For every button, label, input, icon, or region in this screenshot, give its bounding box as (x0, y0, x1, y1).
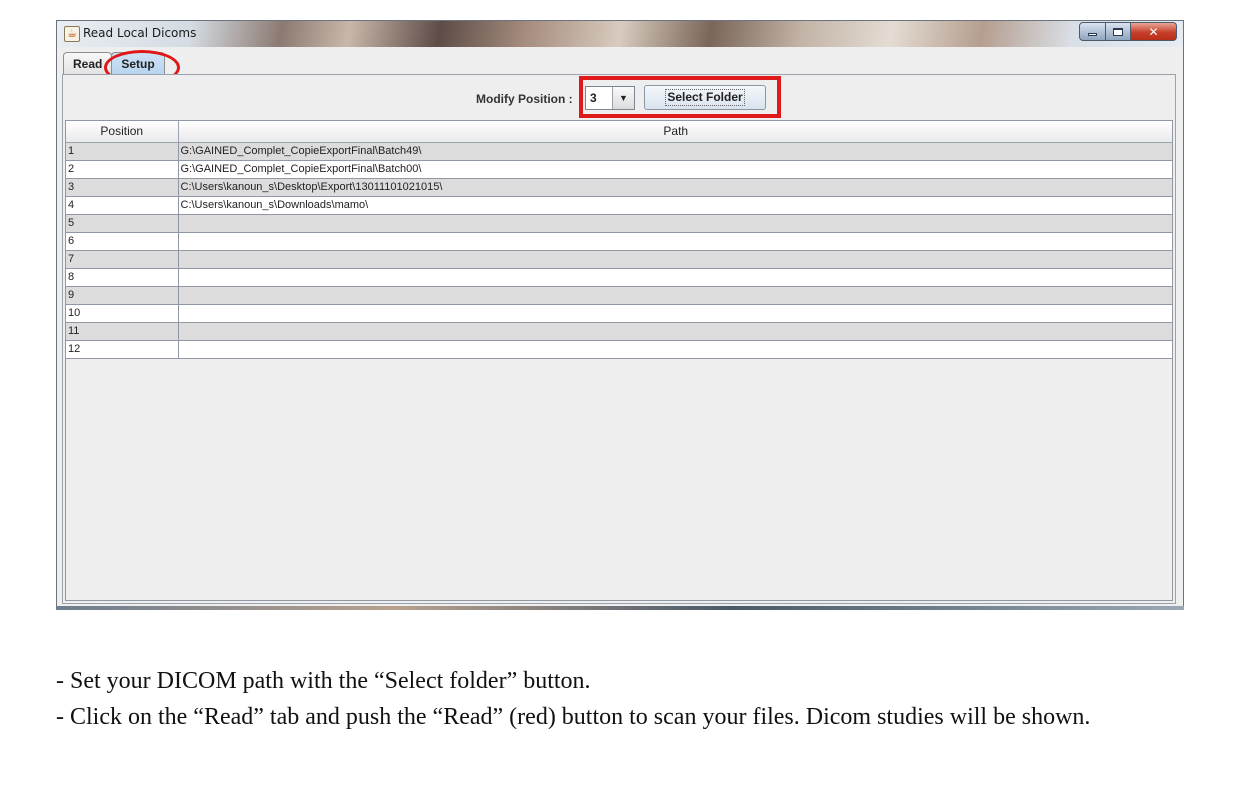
window-controls: ✕ (1079, 22, 1177, 41)
path-cell[interactable] (178, 250, 1172, 269)
minimize-icon (1088, 33, 1097, 36)
path-cell[interactable]: C:\Users\kanoun_s\Downloads\mamo\ (178, 196, 1172, 215)
tab-setup[interactable]: Setup (104, 50, 181, 85)
path-cell[interactable]: G:\GAINED_Complet_CopieExportFinal\Batch… (178, 142, 1172, 161)
table-row[interactable]: 6 (66, 232, 1172, 251)
path-cell[interactable] (178, 304, 1172, 323)
instructions-text: - Set your DICOM path with the “Select f… (56, 663, 1206, 735)
window-title: Read Local Dicoms (83, 26, 197, 40)
maximize-icon (1113, 27, 1123, 36)
setup-panel: Modify Position : 3 ▼ Select Folder Posi… (62, 74, 1176, 604)
path-cell[interactable] (178, 322, 1172, 341)
table-row[interactable]: 9 (66, 286, 1172, 305)
table-row[interactable]: 2 G:\GAINED_Complet_CopieExportFinal\Batc… (66, 160, 1172, 179)
table-row[interactable]: 3 C:\Users\kanoun_s\Desktop\Export\130111… (66, 178, 1172, 197)
position-cell[interactable]: 12 (66, 340, 179, 359)
position-cell[interactable]: 2 (66, 160, 179, 179)
column-header-position[interactable]: Position (66, 121, 179, 143)
position-cell[interactable]: 7 (66, 250, 179, 269)
table-row[interactable]: 4 C:\Users\kanoun_s\Downloads\mamo\ (66, 196, 1172, 215)
table-row[interactable]: 10 (66, 304, 1172, 323)
position-dropdown[interactable]: 3 ▼ (585, 86, 635, 110)
java-icon: ☕ (64, 26, 80, 42)
position-cell[interactable]: 10 (66, 304, 179, 323)
modify-position-label: Modify Position : (476, 92, 573, 106)
path-cell[interactable] (178, 340, 1172, 359)
window-client-area: Read Setup Modify Position : 3 ▼ Select … (58, 47, 1182, 607)
table-row[interactable]: 1 G:\GAINED_Complet_CopieExportFinal\Batc… (66, 142, 1172, 161)
position-cell[interactable]: 8 (66, 268, 179, 287)
position-cell[interactable]: 11 (66, 322, 179, 341)
position-value: 3 (590, 91, 597, 105)
position-cell[interactable]: 6 (66, 232, 179, 251)
app-window: ☕ Read Local Dicoms ✕ Read Setup Modify … (56, 20, 1184, 609)
maximize-button[interactable] (1106, 22, 1131, 41)
close-button[interactable]: ✕ (1131, 22, 1177, 41)
table-row[interactable]: 12 (66, 340, 1172, 359)
position-cell[interactable]: 9 (66, 286, 179, 305)
tab-bar: Read Setup (63, 50, 181, 85)
position-cell[interactable]: 3 (66, 178, 179, 197)
table-row[interactable]: 5 (66, 214, 1172, 233)
chevron-down-icon[interactable]: ▼ (612, 87, 634, 109)
table-row[interactable]: 11 (66, 322, 1172, 341)
select-folder-label: Select Folder (665, 89, 745, 106)
path-cell[interactable] (178, 286, 1172, 305)
table-row[interactable]: 8 (66, 268, 1172, 287)
table-row[interactable]: 7 (66, 250, 1172, 269)
position-cell[interactable]: 5 (66, 214, 179, 233)
paths-table: Position Path 1 G:\GAINED_Complet_CopieEx… (65, 120, 1173, 601)
table-header-row: Position Path (66, 121, 1172, 143)
path-cell[interactable] (178, 232, 1172, 251)
instruction-line-1: - Set your DICOM path with the “Select f… (56, 668, 591, 694)
column-header-path[interactable]: Path (178, 121, 1172, 143)
instruction-line-2: - Click on the “Read” tab and push the “… (56, 704, 1091, 730)
title-bar[interactable]: ☕ Read Local Dicoms ✕ (57, 21, 1183, 47)
select-folder-button[interactable]: Select Folder (644, 85, 766, 110)
path-cell[interactable] (178, 268, 1172, 287)
table-body: 1 G:\GAINED_Complet_CopieExportFinal\Batc… (66, 142, 1172, 359)
position-cell[interactable]: 1 (66, 142, 179, 161)
position-cell[interactable]: 4 (66, 196, 179, 215)
path-cell[interactable]: G:\GAINED_Complet_CopieExportFinal\Batch… (178, 160, 1172, 179)
path-cell[interactable] (178, 214, 1172, 233)
minimize-button[interactable] (1079, 22, 1106, 41)
window-bottom-edge (56, 606, 1184, 610)
close-icon: ✕ (1148, 24, 1159, 39)
path-cell[interactable]: C:\Users\kanoun_s\Desktop\Export\1301110… (178, 178, 1172, 197)
